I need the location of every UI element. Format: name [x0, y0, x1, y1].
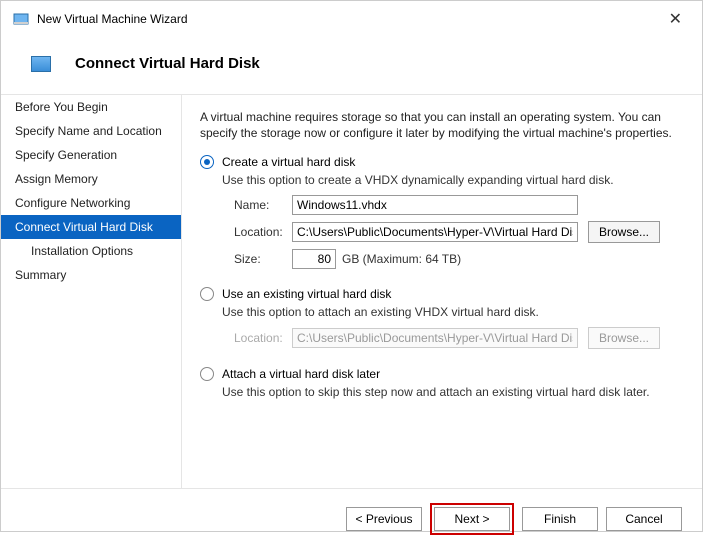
wizard-steps: Before You Begin Specify Name and Locati… [1, 94, 181, 488]
wizard-icon [13, 11, 29, 27]
option-later-desc: Use this option to skip this step now an… [222, 385, 684, 399]
browse-button[interactable]: Browse... [588, 221, 660, 243]
option-create-desc: Use this option to create a VHDX dynamic… [222, 173, 684, 187]
radio-attach-later[interactable] [200, 367, 214, 381]
radio-existing-vhd[interactable] [200, 287, 214, 301]
next-button[interactable]: Next > [434, 507, 510, 531]
name-input[interactable] [292, 195, 578, 215]
next-highlight: Next > [430, 503, 514, 535]
option-attach-later: Attach a virtual hard disk later Use thi… [200, 367, 684, 399]
option-create-vhd: Create a virtual hard disk Use this opti… [200, 155, 684, 269]
step-installation-options[interactable]: Installation Options [1, 239, 181, 263]
location-label: Location: [234, 225, 292, 239]
option-create-label: Create a virtual hard disk [222, 155, 355, 169]
size-input[interactable] [292, 249, 336, 269]
option-existing-desc: Use this option to attach an existing VH… [222, 305, 684, 319]
previous-button[interactable]: < Previous [346, 507, 422, 531]
close-icon[interactable]: ✕ [661, 9, 690, 29]
option-existing-label: Use an existing virtual hard disk [222, 287, 391, 301]
existing-browse-button: Browse... [588, 327, 660, 349]
titlebar: New Virtual Machine Wizard ✕ [1, 1, 702, 37]
option-existing-vhd: Use an existing virtual hard disk Use th… [200, 287, 684, 349]
radio-create-vhd[interactable] [200, 155, 214, 169]
name-label: Name: [234, 198, 292, 212]
main-panel: A virtual machine requires storage so th… [181, 94, 702, 488]
existing-location-input [292, 328, 578, 348]
cancel-button[interactable]: Cancel [606, 507, 682, 531]
wizard-footer: < Previous Next > Finish Cancel [1, 488, 702, 549]
size-suffix: GB (Maximum: 64 TB) [342, 252, 461, 266]
step-configure-networking[interactable]: Configure Networking [1, 191, 181, 215]
page-title: Connect Virtual Hard Disk [75, 55, 260, 72]
step-specify-name[interactable]: Specify Name and Location [1, 119, 181, 143]
option-later-label: Attach a virtual hard disk later [222, 367, 380, 381]
window-title: New Virtual Machine Wizard [37, 12, 661, 26]
step-specify-generation[interactable]: Specify Generation [1, 143, 181, 167]
location-input[interactable] [292, 222, 578, 242]
intro-text: A virtual machine requires storage so th… [200, 109, 684, 141]
size-label: Size: [234, 252, 292, 266]
step-before-you-begin[interactable]: Before You Begin [1, 95, 181, 119]
step-assign-memory[interactable]: Assign Memory [1, 167, 181, 191]
step-summary[interactable]: Summary [1, 263, 181, 287]
existing-location-label: Location: [234, 331, 292, 345]
page-header: Connect Virtual Hard Disk [1, 37, 702, 94]
finish-button[interactable]: Finish [522, 507, 598, 531]
header-icon [31, 56, 51, 72]
step-connect-vhd[interactable]: Connect Virtual Hard Disk [1, 215, 181, 239]
